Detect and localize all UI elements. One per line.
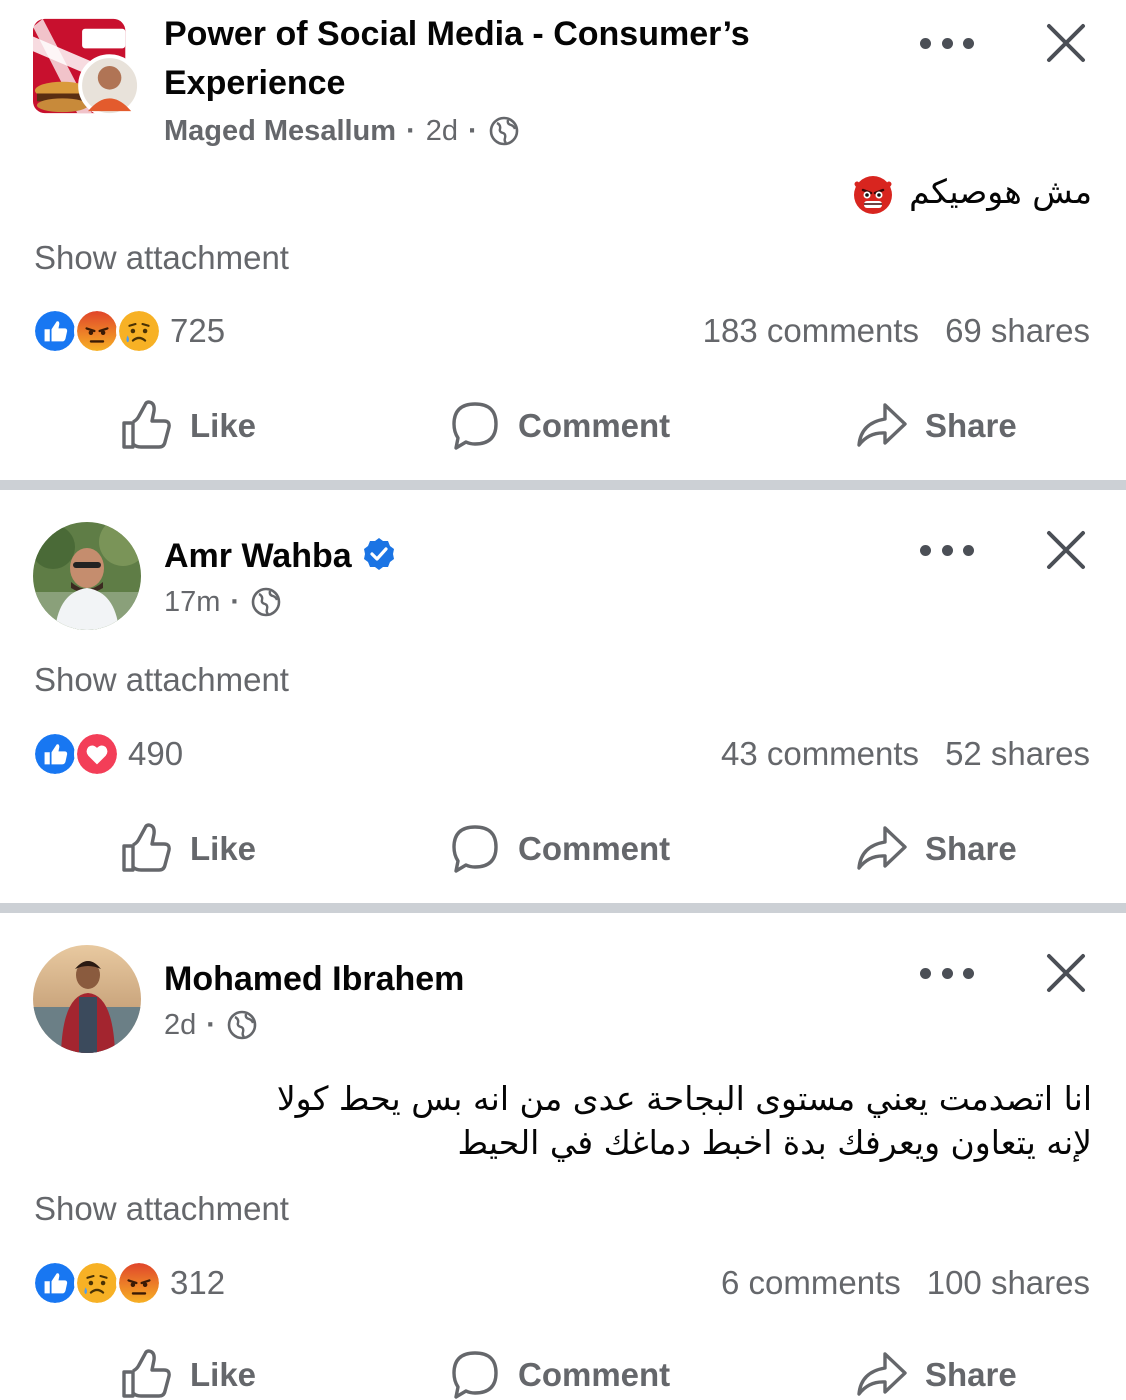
- share-label: Share: [925, 830, 1017, 867]
- comment-label: Comment: [518, 830, 671, 867]
- page-avatar[interactable]: [33, 12, 141, 120]
- shares-count[interactable]: 69 shares: [945, 307, 1090, 355]
- globe-icon: [250, 586, 282, 618]
- post-time[interactable]: 2d: [164, 1005, 196, 1045]
- verified-badge-icon: [363, 538, 394, 571]
- engagement-counts: 183 comments 69 shares: [703, 307, 1090, 355]
- globe-icon: [226, 1009, 258, 1041]
- post-action-bar: Like Comment Share: [0, 396, 1126, 456]
- angry-reaction-icon: [116, 1260, 162, 1306]
- reaction-count: 490: [128, 735, 184, 772]
- meta-separator: ·: [468, 115, 478, 147]
- post-card: Power of Social Media - Consumer’s Exper…: [0, 0, 1126, 480]
- thumbs-up-icon: [120, 822, 174, 876]
- reaction-count: 725: [170, 312, 226, 349]
- like-reaction-icon: [32, 1260, 78, 1306]
- like-label: Like: [190, 407, 257, 444]
- avatar[interactable]: [33, 945, 141, 1053]
- angry-reaction-icon: [74, 308, 120, 354]
- post-card: Mohamed Ibrahem 2d · انا اتصدمت يعني مست…: [0, 913, 1126, 1400]
- post-card: Amr Wahba 17m · Show attachment 490 43 c…: [0, 490, 1126, 903]
- comment-button[interactable]: Comment: [448, 819, 670, 879]
- post-text-content: مش هوصيكم: [909, 172, 1092, 211]
- post-divider: [0, 480, 1126, 490]
- comment-bubble-icon: [448, 1348, 502, 1400]
- close-icon[interactable]: [1044, 951, 1088, 995]
- comment-bubble-icon: [448, 399, 502, 453]
- reaction-summary[interactable]: 312: [32, 1259, 225, 1307]
- sub-author-name[interactable]: Maged Mesallum: [164, 111, 396, 151]
- share-button[interactable]: Share: [855, 396, 1017, 456]
- post-meta: 2d ·: [164, 1005, 258, 1045]
- share-arrow-icon: [855, 399, 909, 453]
- share-button[interactable]: Share: [855, 819, 1017, 879]
- comments-count[interactable]: 43 comments: [721, 730, 919, 778]
- avatar[interactable]: [33, 522, 141, 630]
- author-name[interactable]: Amr Wahba: [164, 537, 352, 575]
- more-options-button[interactable]: [920, 28, 974, 58]
- reaction-summary[interactable]: 490: [32, 730, 183, 778]
- meta-separator: ·: [206, 1009, 216, 1041]
- post-action-bar: Like Comment Share: [0, 1345, 1126, 1400]
- show-attachment-link[interactable]: Show attachment: [34, 1187, 289, 1231]
- comment-label: Comment: [518, 1356, 671, 1393]
- like-label: Like: [190, 1356, 257, 1393]
- share-button[interactable]: Share: [855, 1345, 1017, 1400]
- author-name-line1[interactable]: Power of Social Media - Consumer’s: [164, 10, 750, 59]
- share-label: Share: [925, 407, 1017, 444]
- author-header: Amr Wahba: [164, 532, 396, 581]
- author-name[interactable]: Mohamed Ibrahem: [164, 955, 464, 1004]
- post-text-line: لإنه يتعاون ويعرفك بدة اخبط دماغك في الح…: [457, 1123, 1092, 1162]
- engagement-counts: 43 comments 52 shares: [721, 730, 1090, 778]
- reaction-summary[interactable]: 725: [32, 307, 225, 355]
- like-button[interactable]: Like: [120, 819, 256, 879]
- post-text: انا اتصدمت يعني مستوى البجاحة عدى من انه…: [277, 1077, 1092, 1165]
- comment-bubble-icon: [448, 822, 502, 876]
- shares-count[interactable]: 100 shares: [927, 1259, 1090, 1307]
- like-reaction-icon: [32, 731, 78, 777]
- reaction-count: 312: [170, 1264, 226, 1301]
- show-attachment-link[interactable]: Show attachment: [34, 236, 289, 280]
- more-options-button[interactable]: [920, 958, 974, 988]
- post-meta: 17m ·: [164, 582, 282, 622]
- comments-count[interactable]: 183 comments: [703, 307, 919, 355]
- like-reaction-icon: [32, 308, 78, 354]
- post-time[interactable]: 2d: [426, 111, 458, 151]
- sad-reaction-icon: [74, 1260, 120, 1306]
- post-divider: [0, 903, 1126, 913]
- post-time[interactable]: 17m: [164, 582, 220, 622]
- page-title[interactable]: Power of Social Media - Consumer’s Exper…: [164, 10, 750, 108]
- share-arrow-icon: [855, 822, 909, 876]
- post-action-bar: Like Comment Share: [0, 819, 1126, 879]
- comment-button[interactable]: Comment: [448, 396, 670, 456]
- thumbs-up-icon: [120, 1348, 174, 1400]
- meta-separator: ·: [406, 115, 416, 147]
- share-label: Share: [925, 1356, 1017, 1393]
- like-button[interactable]: Like: [120, 1345, 256, 1400]
- thumbs-up-icon: [120, 399, 174, 453]
- like-label: Like: [190, 830, 257, 867]
- shares-count[interactable]: 52 shares: [945, 730, 1090, 778]
- post-text: مش هوصيكم: [851, 170, 1092, 216]
- show-attachment-link[interactable]: Show attachment: [34, 658, 289, 702]
- comment-label: Comment: [518, 407, 671, 444]
- share-arrow-icon: [855, 1348, 909, 1400]
- post-meta: Maged Mesallum · 2d ·: [164, 111, 520, 151]
- sad-reaction-icon: [116, 308, 162, 354]
- ogre-emoji: [853, 175, 892, 214]
- meta-separator: ·: [230, 586, 241, 618]
- comment-button[interactable]: Comment: [448, 1345, 670, 1400]
- close-icon[interactable]: [1044, 21, 1088, 65]
- comments-count[interactable]: 6 comments: [721, 1259, 901, 1307]
- post-text-line: انا اتصدمت يعني مستوى البجاحة عدى من انه…: [276, 1079, 1092, 1118]
- author-name-line2[interactable]: Experience: [164, 59, 750, 108]
- like-button[interactable]: Like: [120, 396, 256, 456]
- close-icon[interactable]: [1044, 528, 1088, 572]
- globe-icon: [488, 115, 520, 147]
- engagement-counts: 6 comments 100 shares: [721, 1259, 1090, 1307]
- love-reaction-icon: [74, 731, 120, 777]
- more-options-button[interactable]: [920, 535, 974, 565]
